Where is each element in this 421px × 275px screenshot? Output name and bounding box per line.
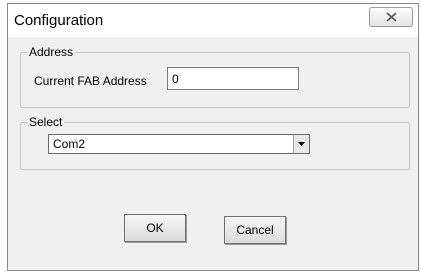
ok-button[interactable]: OK bbox=[124, 214, 186, 242]
chevron-down-icon bbox=[298, 142, 305, 146]
window-title: Configuration bbox=[14, 12, 104, 29]
cancel-button[interactable]: Cancel bbox=[224, 216, 286, 244]
current-fab-address-label: Current FAB Address bbox=[34, 74, 147, 88]
title-bar: Configuration bbox=[8, 4, 418, 37]
address-group-legend: Address bbox=[27, 45, 76, 59]
close-icon bbox=[386, 12, 397, 22]
port-select-dropdown[interactable]: Com2 bbox=[48, 134, 310, 154]
configuration-dialog: Configuration Address Current FAB Addres… bbox=[7, 3, 419, 271]
close-button[interactable] bbox=[369, 7, 413, 27]
dropdown-arrow-button[interactable] bbox=[293, 135, 309, 153]
select-group-legend: Select bbox=[27, 115, 65, 129]
current-fab-address-input[interactable] bbox=[167, 67, 299, 90]
port-select-value: Com2 bbox=[53, 137, 86, 151]
